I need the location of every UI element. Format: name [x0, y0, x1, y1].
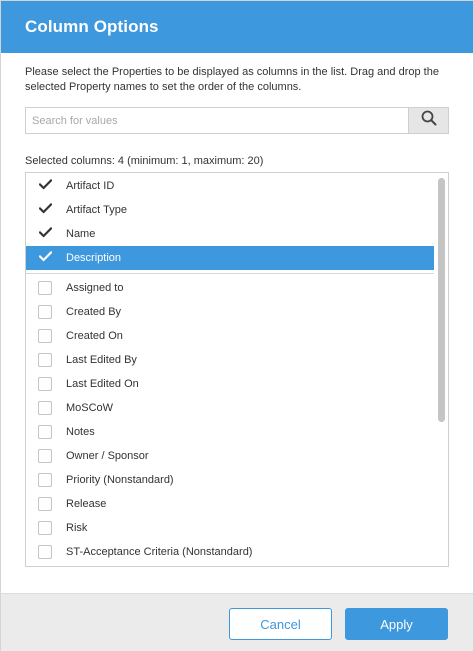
checkbox[interactable]: [38, 401, 52, 415]
checkbox[interactable]: [38, 281, 52, 295]
column-option-label: Assigned to: [66, 282, 124, 294]
column-option-row[interactable]: Priority (Nonstandard): [26, 468, 434, 492]
column-list-inner: Artifact ID Artifact Type Name Description A…: [26, 173, 434, 566]
column-option-row[interactable]: Notes: [26, 420, 434, 444]
column-option-label: Created By: [66, 306, 122, 318]
list-scrollbar[interactable]: [438, 178, 445, 422]
column-option-row[interactable]: Name: [26, 222, 434, 246]
checkbox-checked[interactable]: [37, 226, 53, 241]
column-options-dialog: Column Options Please select the Propert…: [0, 0, 474, 651]
cancel-button[interactable]: Cancel: [229, 608, 332, 640]
selected-columns-info: Selected columns: 4 (minimum: 1, maximum…: [25, 155, 264, 167]
dialog-title: Column Options: [25, 17, 159, 36]
column-option-row[interactable]: Release: [26, 492, 434, 516]
search-button[interactable]: [408, 108, 448, 133]
column-option-label: ST-Acceptance Criteria (Nonstandard): [66, 546, 253, 558]
checkmark-icon: [37, 226, 53, 241]
checkmark-icon: [37, 250, 53, 265]
column-option-row[interactable]: Created On: [26, 324, 434, 348]
column-option-label: Priority (Nonstandard): [66, 474, 174, 486]
checkbox[interactable]: [38, 521, 52, 535]
checkbox-checked[interactable]: [37, 178, 53, 193]
column-option-row[interactable]: Last Edited On: [26, 372, 434, 396]
checkbox-checked[interactable]: [37, 250, 53, 265]
checkbox[interactable]: [38, 329, 52, 343]
column-option-row[interactable]: Artifact ID: [26, 174, 434, 198]
search-input[interactable]: [26, 108, 410, 133]
column-option-row[interactable]: Created By: [26, 300, 434, 324]
column-option-row[interactable]: Owner / Sponsor: [26, 444, 434, 468]
column-list[interactable]: Artifact ID Artifact Type Name Description A…: [25, 172, 449, 567]
column-option-label: Created On: [66, 330, 123, 342]
column-option-label: Notes: [66, 426, 95, 438]
checkbox[interactable]: [38, 545, 52, 559]
column-option-label: Last Edited By: [66, 354, 137, 366]
column-option-label: Description: [66, 252, 122, 264]
column-option-label: Owner / Sponsor: [66, 450, 149, 462]
column-option-label: Release: [66, 498, 107, 510]
column-option-row[interactable]: MoSCoW: [26, 396, 434, 420]
column-option-row[interactable]: [26, 564, 434, 566]
checkmark-icon: [37, 178, 53, 193]
checkbox[interactable]: [38, 425, 52, 439]
column-option-row[interactable]: ST-Acceptance Criteria (Nonstandard): [26, 540, 434, 564]
dialog-description: Please select the Properties to be displ…: [25, 66, 439, 93]
column-option-label: Name: [66, 228, 96, 240]
column-option-row[interactable]: Description: [26, 246, 434, 270]
column-option-label: Risk: [66, 522, 88, 534]
search-icon: [421, 110, 437, 131]
checkbox[interactable]: [38, 305, 52, 319]
checkbox[interactable]: [38, 473, 52, 487]
column-option-label: MoSCoW: [66, 402, 114, 414]
column-option-row[interactable]: Last Edited By: [26, 348, 434, 372]
search-box: [25, 107, 449, 134]
column-option-row[interactable]: Assigned to: [26, 276, 434, 300]
checkbox[interactable]: [38, 377, 52, 391]
column-option-label: Last Edited On: [66, 378, 139, 390]
column-option-row[interactable]: Artifact Type: [26, 198, 434, 222]
column-option-row[interactable]: Risk: [26, 516, 434, 540]
checkbox[interactable]: [38, 497, 52, 511]
dialog-footer: Cancel Apply: [1, 593, 473, 651]
column-option-label: Artifact Type: [66, 204, 127, 216]
checkbox[interactable]: [38, 449, 52, 463]
column-option-label: Artifact ID: [66, 180, 115, 192]
apply-button[interactable]: Apply: [345, 608, 448, 640]
checkmark-icon: [37, 202, 53, 217]
dialog-header: Column Options: [1, 1, 473, 53]
checkbox[interactable]: [38, 353, 52, 367]
checkbox-checked[interactable]: [37, 202, 53, 217]
